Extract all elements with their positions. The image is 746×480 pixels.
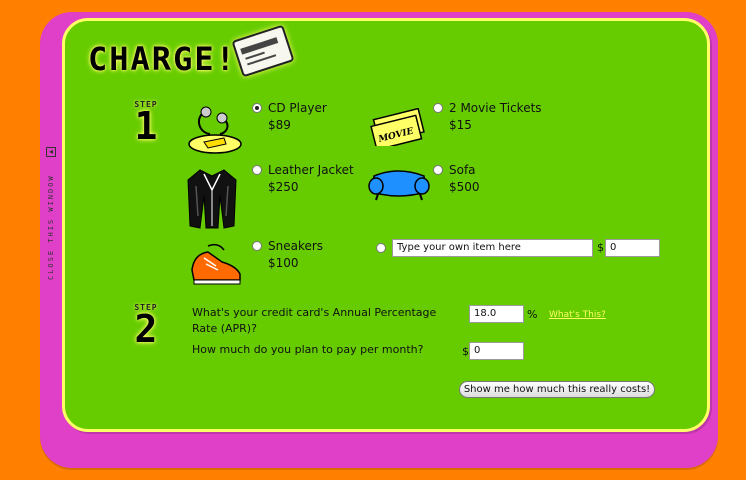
movie-tickets-price: $15 xyxy=(449,118,472,132)
payment-question: How much do you plan to pay per month? xyxy=(192,343,424,356)
movie-tickets-icon: MOVIE xyxy=(370,108,425,146)
sneakers-icon xyxy=(191,243,241,285)
payment-input[interactable]: 0 xyxy=(469,342,524,360)
leather-jacket-radio[interactable] xyxy=(252,165,262,175)
leather-jacket-icon xyxy=(187,169,237,229)
close-window-link[interactable]: CLOSE THIS WINDOW xyxy=(47,170,55,280)
apr-question: What's your credit card's Annual Percent… xyxy=(192,306,437,335)
apr-unit: % xyxy=(527,308,538,321)
sofa-radio[interactable] xyxy=(433,165,443,175)
cd-player-price: $89 xyxy=(268,118,291,132)
cd-player-name: CD Player xyxy=(268,101,327,115)
cd-player-radio[interactable] xyxy=(252,103,262,113)
sneakers-radio[interactable] xyxy=(252,241,262,251)
whats-this-link[interactable]: What's This? xyxy=(549,310,606,320)
step-1-indicator: STEP 1 xyxy=(134,100,158,148)
custom-item-radio[interactable] xyxy=(376,243,386,253)
custom-currency-label: $ xyxy=(597,241,604,254)
close-tab xyxy=(0,0,40,480)
sofa-name: Sofa xyxy=(449,163,476,177)
show-cost-button[interactable]: Show me how much this really costs! xyxy=(459,381,655,398)
custom-item-input[interactable]: Type your own item here xyxy=(392,239,593,257)
sofa-icon xyxy=(368,170,430,201)
page-title: CHARGE! xyxy=(88,40,237,78)
apr-input[interactable]: 18.0 xyxy=(469,305,524,323)
cd-player-icon xyxy=(188,106,242,154)
movie-tickets-name: 2 Movie Tickets xyxy=(449,101,542,115)
close-window-icon[interactable]: ◂ xyxy=(46,147,56,157)
leather-jacket-price: $250 xyxy=(268,180,299,194)
main-panel xyxy=(62,18,710,432)
movie-tickets-radio[interactable] xyxy=(433,103,443,113)
step-2-indicator: STEP 2 xyxy=(134,303,158,351)
leather-jacket-name: Leather Jacket xyxy=(268,163,354,177)
sofa-price: $500 xyxy=(449,180,480,194)
sneakers-name: Sneakers xyxy=(268,239,324,253)
custom-amount-input[interactable]: 0 xyxy=(605,239,660,257)
sneakers-price: $100 xyxy=(268,256,299,270)
payment-currency-label: $ xyxy=(462,345,469,358)
